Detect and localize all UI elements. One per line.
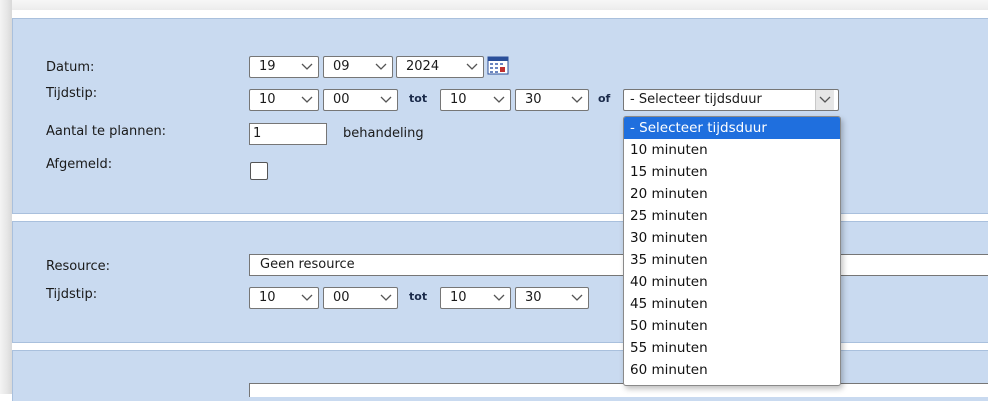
- aantal-label: Aantal te plannen:: [46, 124, 167, 139]
- calendar-icon[interactable]: [487, 55, 509, 75]
- resource-end-minute-select[interactable]: 30: [515, 287, 589, 309]
- day-value: 19: [259, 59, 276, 74]
- duration-option[interactable]: 15 minuten: [624, 161, 840, 183]
- resource-start-hour-select[interactable]: 10: [249, 287, 319, 309]
- year-select[interactable]: 2024: [396, 56, 484, 78]
- resource-start-minute-select[interactable]: 00: [323, 287, 398, 309]
- duration-option[interactable]: 40 minuten: [624, 271, 840, 293]
- duration-option[interactable]: - Selecteer tijdsduur: [624, 117, 840, 139]
- duration-option[interactable]: 45 minuten: [624, 293, 840, 315]
- chevron-down-icon: [380, 288, 392, 308]
- duration-dropdown-list[interactable]: - Selecteer tijdsduur 10 minuten 15 minute…: [623, 116, 841, 386]
- datum-label: Datum:: [46, 60, 95, 75]
- duration-option[interactable]: 35 minuten: [624, 249, 840, 271]
- chevron-down-icon: [571, 288, 583, 308]
- end-hour-select[interactable]: 10: [440, 89, 511, 111]
- resource-start-minute-value: 00: [333, 290, 350, 305]
- chevron-down-icon: [815, 90, 834, 110]
- year-value: 2024: [406, 59, 440, 74]
- day-select[interactable]: 19: [249, 56, 319, 78]
- duration-option[interactable]: 30 minuten: [624, 227, 840, 249]
- resource-select[interactable]: Geen resource: [249, 254, 988, 276]
- duration-option[interactable]: 25 minuten: [624, 205, 840, 227]
- chevron-down-icon: [301, 288, 313, 308]
- duration-option[interactable]: 50 minuten: [624, 315, 840, 337]
- month-value: 09: [333, 59, 350, 74]
- afgemeld-checkbox[interactable]: [250, 162, 268, 180]
- appointment-panel: [12, 18, 988, 214]
- tot-label: tot: [409, 92, 428, 105]
- duration-option[interactable]: 10 minuten: [624, 139, 840, 161]
- chevron-down-icon: [493, 288, 505, 308]
- month-select[interactable]: 09: [323, 56, 393, 78]
- tijdstip-label: Tijdstip:: [46, 86, 98, 101]
- of-label: of: [598, 92, 611, 105]
- resource-tijdstip-label: Tijdstip:: [46, 287, 98, 302]
- chevron-down-icon: [571, 90, 583, 110]
- duration-option[interactable]: 20 minuten: [624, 183, 840, 205]
- window-top-strip: [0, 0, 988, 10]
- resource-tot-label: tot: [409, 290, 428, 303]
- start-hour-value: 10: [259, 92, 276, 107]
- chevron-down-icon: [375, 57, 387, 77]
- left-shadow: [0, 0, 12, 394]
- resource-panel: [12, 221, 988, 343]
- aantal-unit-label: behandeling: [343, 126, 424, 141]
- duration-option[interactable]: 60 minuten: [624, 359, 840, 381]
- chevron-down-icon: [301, 90, 313, 110]
- start-minute-select[interactable]: 00: [323, 89, 398, 111]
- duration-value: - Selecteer tijdsduur: [630, 92, 762, 107]
- resource-end-hour-value: 10: [450, 290, 467, 305]
- start-minute-value: 00: [333, 92, 350, 107]
- afgemeld-label: Afgemeld:: [46, 157, 113, 172]
- third-panel-input[interactable]: [249, 383, 988, 397]
- resource-end-hour-select[interactable]: 10: [440, 287, 511, 309]
- end-minute-value: 30: [525, 92, 542, 107]
- aantal-input[interactable]: 1: [249, 123, 327, 145]
- chevron-down-icon: [493, 90, 505, 110]
- duration-option[interactable]: 55 minuten: [624, 337, 840, 359]
- chevron-down-icon: [380, 90, 392, 110]
- chevron-down-icon: [466, 57, 478, 77]
- resource-start-hour-value: 10: [259, 290, 276, 305]
- end-hour-value: 10: [450, 92, 467, 107]
- resource-end-minute-value: 30: [525, 290, 542, 305]
- chevron-down-icon: [301, 57, 313, 77]
- start-hour-select[interactable]: 10: [249, 89, 319, 111]
- resource-label: Resource:: [46, 259, 110, 274]
- duration-select[interactable]: - Selecteer tijdsduur: [623, 89, 839, 111]
- end-minute-select[interactable]: 30: [515, 89, 589, 111]
